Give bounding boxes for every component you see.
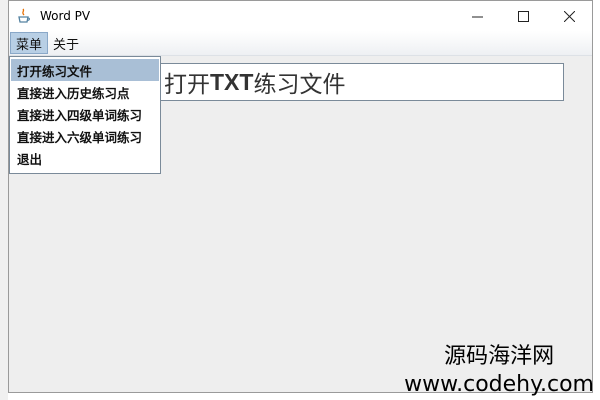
watermark: 源码海洋网 www.codehy.com [404, 342, 594, 398]
menu-item-exit[interactable]: 退出 [11, 147, 159, 169]
minimize-button[interactable] [454, 1, 500, 31]
display-bold: TXT [210, 68, 254, 95]
watermark-title: 源码海洋网 [444, 344, 555, 369]
java-cup-icon [16, 8, 32, 24]
menu-about[interactable]: 关于 [48, 32, 84, 54]
maximize-icon [517, 10, 529, 22]
display-prefix: 打开 [164, 72, 210, 98]
menu-main[interactable]: 菜单 [10, 32, 49, 54]
menu-bar: 菜单 关于 [9, 31, 592, 56]
app-window: Word PV 菜单 关于 打开 TXT 练习文件 打开练习文件 直接进入历史练习点… [8, 0, 593, 393]
close-button[interactable] [546, 1, 592, 31]
window-controls [454, 1, 592, 31]
window-title: Word PV [40, 9, 91, 23]
menu-item-history[interactable]: 直接进入历史练习点 [11, 81, 159, 103]
practice-file-display[interactable]: 打开 TXT 练习文件 [159, 63, 564, 101]
close-icon [563, 10, 575, 22]
background-window-strip [0, 0, 8, 400]
menu-dropdown: 打开练习文件 直接进入历史练习点 直接进入四级单词练习 直接进入六级单词练习 退… [9, 56, 161, 174]
watermark-url: www.codehy.com [404, 372, 594, 397]
display-suffix: 练习文件 [253, 72, 346, 98]
minimize-icon [471, 16, 483, 17]
maximize-button[interactable] [500, 1, 546, 31]
menu-item-cet6[interactable]: 直接进入六级单词练习 [11, 125, 159, 147]
title-bar[interactable]: Word PV [9, 1, 592, 31]
menu-item-open-file[interactable]: 打开练习文件 [11, 59, 159, 81]
menu-item-cet4[interactable]: 直接进入四级单词练习 [11, 103, 159, 125]
